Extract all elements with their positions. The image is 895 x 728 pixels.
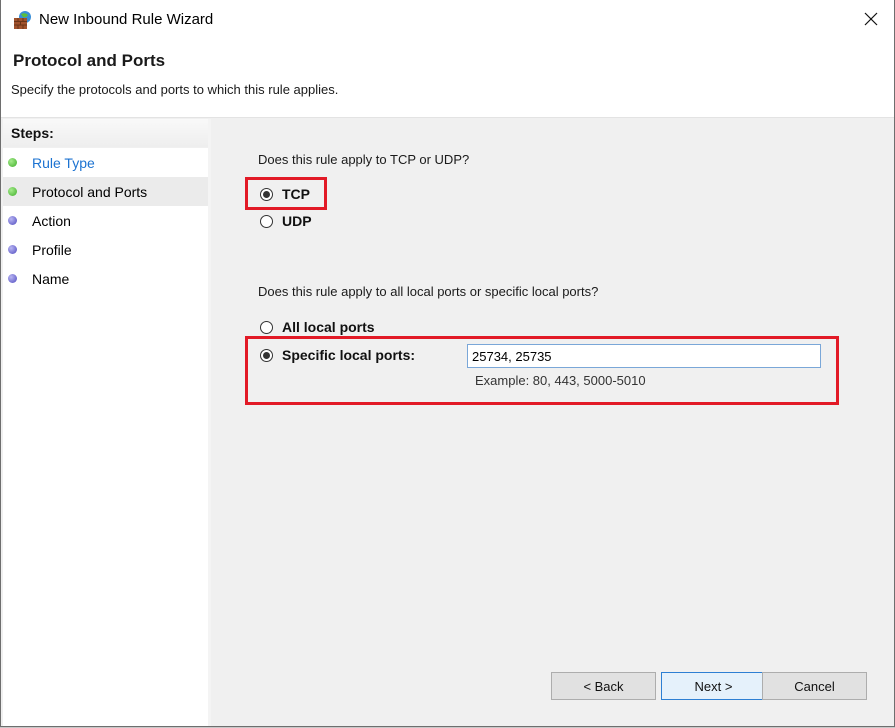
ports-example-text: Example: 80, 443, 5000-5010 xyxy=(475,373,646,388)
radio-button[interactable] xyxy=(260,214,273,228)
radio-button[interactable] xyxy=(260,320,273,334)
radio-udp[interactable]: UDP xyxy=(260,213,312,229)
step-pending-icon xyxy=(8,245,17,254)
firewall-icon xyxy=(13,10,33,30)
step-complete-icon xyxy=(8,158,17,167)
wizard-window: New Inbound Rule Wizard Protocol and Por… xyxy=(0,0,895,727)
step-label: Action xyxy=(32,212,71,229)
step-label: Protocol and Ports xyxy=(32,183,148,200)
next-button[interactable]: Next > xyxy=(661,672,766,700)
step-action: Action xyxy=(3,206,208,235)
window-title: New Inbound Rule Wizard xyxy=(39,11,214,28)
step-label: Name xyxy=(32,270,70,287)
wizard-header: Protocol and Ports Specify the protocols… xyxy=(1,40,894,118)
step-pending-icon xyxy=(8,216,17,225)
close-button[interactable] xyxy=(848,0,894,38)
radio-label[interactable]: TCP xyxy=(282,186,310,202)
protocol-question: Does this rule apply to TCP or UDP? xyxy=(258,152,470,167)
title-bar: New Inbound Rule Wizard xyxy=(1,0,894,40)
ports-question: Does this rule apply to all local ports … xyxy=(258,284,599,299)
steps-heading: Steps: xyxy=(3,119,208,148)
radio-label[interactable]: All local ports xyxy=(282,319,375,335)
page-subtitle: Specify the protocols and ports to which… xyxy=(11,82,339,97)
step-protocol-and-ports: Protocol and Ports xyxy=(3,177,208,206)
step-rule-type[interactable]: Rule Type xyxy=(3,148,208,177)
radio-tcp[interactable]: TCP xyxy=(260,186,310,202)
radio-button-checked[interactable] xyxy=(260,187,273,201)
steps-panel: Steps: Rule Type Protocol and Ports Acti… xyxy=(3,119,211,726)
step-complete-icon xyxy=(8,187,17,196)
step-label: Profile xyxy=(32,241,72,258)
step-profile: Profile xyxy=(3,235,208,264)
radio-button-checked[interactable] xyxy=(260,348,273,362)
back-button[interactable]: < Back xyxy=(551,672,656,700)
wizard-content: Does this rule apply to TCP or UDP? TCP … xyxy=(213,119,894,726)
close-icon xyxy=(864,12,878,26)
specific-ports-input[interactable] xyxy=(467,344,821,368)
page-title: Protocol and Ports xyxy=(13,51,166,70)
step-label[interactable]: Rule Type xyxy=(32,155,95,171)
step-pending-icon xyxy=(8,274,17,283)
radio-specific-local-ports[interactable]: Specific local ports: xyxy=(260,347,415,363)
radio-label[interactable]: UDP xyxy=(282,213,312,229)
step-name: Name xyxy=(3,264,208,293)
radio-label[interactable]: Specific local ports: xyxy=(282,347,415,363)
cancel-button[interactable]: Cancel xyxy=(762,672,867,700)
radio-all-local-ports[interactable]: All local ports xyxy=(260,319,375,335)
